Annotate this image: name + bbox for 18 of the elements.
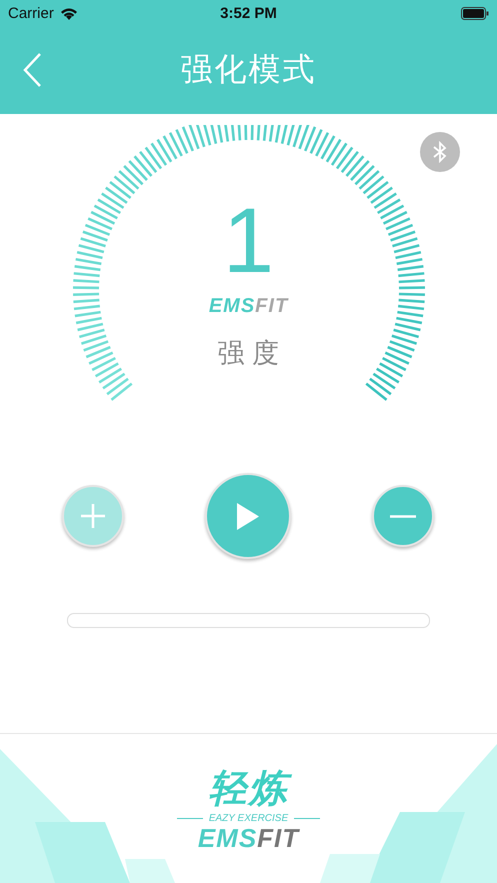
carrier-label: Carrier: [8, 4, 54, 22]
status-time: 3:52 PM: [220, 4, 277, 22]
footer-brand-logo: EMSFIT: [198, 824, 300, 853]
chevron-left-icon: [22, 52, 42, 88]
page-title: 强化模式: [180, 50, 316, 89]
intensity-label: 强 度: [218, 337, 280, 370]
bluetooth-icon: [433, 141, 447, 163]
play-button[interactable]: [205, 473, 291, 559]
brand-logo: EMSFIT: [208, 295, 288, 317]
tagline: EAZY EXERCISE: [208, 813, 288, 824]
bluetooth-button[interactable]: [420, 132, 460, 172]
minus-icon: [390, 514, 416, 518]
intensity-value: 1: [222, 195, 274, 294]
plus-icon: [80, 503, 106, 529]
play-icon: [237, 502, 259, 530]
wifi-icon: [60, 6, 78, 20]
battery-icon: [460, 6, 489, 20]
minus-button[interactable]: [372, 485, 434, 547]
